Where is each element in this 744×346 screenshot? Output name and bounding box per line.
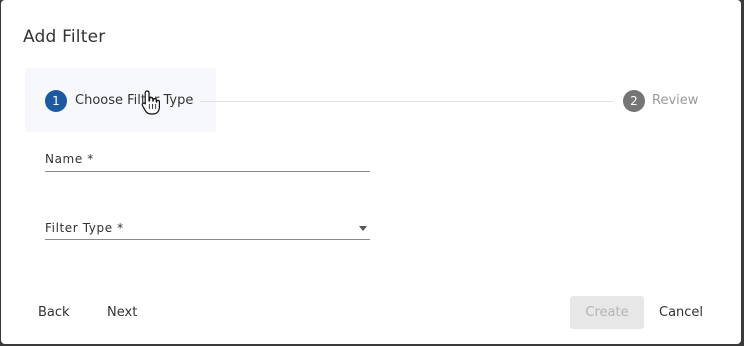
add-filter-dialog: Add Filter 1 Choose Filter Type 2 Review… bbox=[1, 0, 741, 344]
chevron-down-icon[interactable] bbox=[359, 226, 367, 231]
step-1-number: 1 bbox=[45, 90, 67, 112]
dialog-title: Add Filter bbox=[23, 27, 106, 47]
top-edge-indicator bbox=[331, 0, 381, 4]
back-button[interactable]: Back bbox=[38, 305, 70, 320]
step-1-label: Choose Filter Type bbox=[75, 93, 194, 108]
name-field[interactable]: Name * bbox=[45, 150, 370, 172]
step-2-number: 2 bbox=[623, 90, 645, 112]
filter-type-select[interactable]: Filter Type * bbox=[45, 219, 370, 240]
next-button[interactable]: Next bbox=[107, 305, 137, 320]
cancel-button[interactable]: Cancel bbox=[659, 305, 703, 320]
filter-type-label: Filter Type * bbox=[45, 221, 124, 235]
stepper: 1 Choose Filter Type 2 Review bbox=[1, 68, 741, 132]
step-connector-line bbox=[200, 101, 613, 102]
name-field-label: Name * bbox=[45, 152, 94, 166]
hand-pointer-cursor-icon bbox=[141, 90, 160, 115]
create-button[interactable]: Create bbox=[570, 296, 644, 329]
step-2-label: Review bbox=[652, 93, 699, 108]
